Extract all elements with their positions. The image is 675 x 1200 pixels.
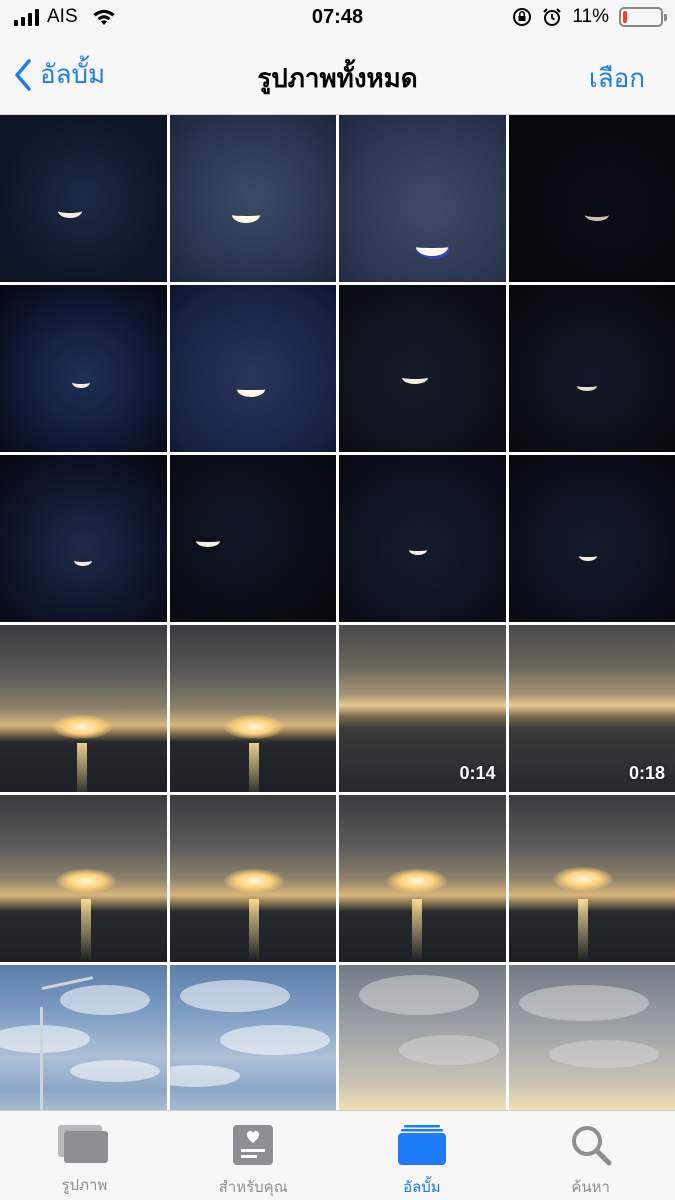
for-you-icon xyxy=(233,1125,274,1165)
orientation-lock-icon xyxy=(513,8,532,26)
photo-thumbnail[interactable] xyxy=(0,115,167,282)
signal-icon xyxy=(14,8,39,26)
tab-label: สำหรับคุณ xyxy=(218,1178,288,1196)
video-duration: 0:14 xyxy=(459,763,496,783)
cloud-shape xyxy=(60,985,150,1015)
sun-glow xyxy=(552,867,613,891)
video-duration: 0:18 xyxy=(628,763,665,783)
cloud-shape xyxy=(518,985,649,1021)
cloud-shape xyxy=(179,980,290,1012)
cloud-shape xyxy=(359,975,479,1015)
photo-thumbnail[interactable] xyxy=(508,965,675,1110)
sun-glow xyxy=(52,715,112,739)
battery-icon xyxy=(619,7,667,27)
sun-glow xyxy=(56,869,116,893)
battery-percent: 11% xyxy=(572,6,609,27)
moon-shape xyxy=(584,209,609,221)
sun-glow xyxy=(223,715,284,739)
photo-thumbnail[interactable] xyxy=(169,965,336,1110)
tab-for-you[interactable]: สำหรับคุณ xyxy=(169,1111,338,1200)
moon-shape xyxy=(416,238,448,256)
tab-photos[interactable]: รูปภาพ xyxy=(0,1111,169,1200)
albums-icon xyxy=(397,1125,446,1165)
moon-shape xyxy=(402,371,428,384)
moon-shape xyxy=(72,377,90,388)
select-button[interactable]: เลือก xyxy=(589,58,645,99)
photo-thumbnail[interactable] xyxy=(169,625,336,792)
cloud-shape xyxy=(70,1060,160,1082)
sun-reflection xyxy=(339,653,506,723)
photo-thumbnail[interactable] xyxy=(169,285,336,452)
photo-thumbnail[interactable] xyxy=(0,795,167,962)
status-bar: AIS 07:48 11% xyxy=(0,0,675,38)
photo-thumbnail[interactable] xyxy=(0,285,167,452)
tab-label: อัลบั้ม xyxy=(403,1178,441,1196)
moon-shape xyxy=(576,381,597,391)
sun-glow xyxy=(339,625,409,653)
alarm-icon xyxy=(543,8,562,26)
moon-shape xyxy=(195,535,220,547)
battery-nub xyxy=(664,14,667,21)
sun-glow xyxy=(387,869,447,893)
sun-glow xyxy=(223,869,284,893)
moon-shape xyxy=(236,382,265,397)
photo-thumbnail[interactable] xyxy=(0,455,167,622)
sun-reflection xyxy=(81,899,91,961)
cloud-shape xyxy=(0,1025,90,1053)
photo-thumbnail[interactable] xyxy=(339,285,506,452)
photo-thumbnail[interactable] xyxy=(169,115,336,282)
navigation-bar: อัลบั้ม รูปภาพทั้งหมด เลือก xyxy=(0,38,675,115)
moon-shape xyxy=(231,207,260,223)
photo-thumbnail[interactable] xyxy=(508,455,675,622)
battery-level-fill xyxy=(623,11,627,23)
sun-reflection xyxy=(577,899,588,961)
photo-thumbnail[interactable] xyxy=(339,115,506,282)
photo-thumbnail[interactable] xyxy=(508,795,675,962)
sun-reflection xyxy=(77,743,87,792)
sun-reflection xyxy=(509,653,675,703)
photo-thumbnail[interactable] xyxy=(339,965,506,1110)
tab-label: รูปภาพ xyxy=(61,1176,108,1194)
back-button[interactable]: อัลบั้ม xyxy=(14,54,105,95)
photo-thumbnail[interactable] xyxy=(339,795,506,962)
video-thumbnail[interactable]: 0:14 xyxy=(339,625,506,792)
search-icon xyxy=(571,1126,612,1166)
sun-reflection xyxy=(248,899,259,961)
photo-thumbnail[interactable] xyxy=(508,115,675,282)
photo-thumbnail[interactable] xyxy=(508,285,675,452)
photo-thumbnail[interactable] xyxy=(0,625,167,792)
moon-shape xyxy=(74,555,92,566)
moon-shape xyxy=(58,204,82,218)
tab-label: ค้นหา xyxy=(571,1178,610,1196)
photo-grid: 0:14 0:18 xyxy=(0,115,675,1110)
cloud-shape xyxy=(548,1040,659,1068)
video-thumbnail[interactable]: 0:18 xyxy=(508,625,675,792)
tab-albums[interactable]: อัลบั้ม xyxy=(338,1111,507,1200)
wifi-icon xyxy=(93,9,115,25)
status-right: 11% xyxy=(512,6,667,28)
tab-search[interactable]: ค้นหา xyxy=(506,1111,675,1200)
photos-icon xyxy=(58,1125,109,1163)
photo-thumbnail[interactable] xyxy=(169,795,336,962)
sun-reflection xyxy=(248,743,259,792)
photo-thumbnail[interactable] xyxy=(0,965,167,1110)
cloud-shape xyxy=(219,1025,330,1055)
sun-glow xyxy=(509,625,579,653)
photo-thumbnail[interactable] xyxy=(169,455,336,622)
cloud-shape xyxy=(399,1035,499,1065)
tab-bar: รูปภาพ สำหรับคุณ อัลบั้ม ค้นหา xyxy=(0,1110,675,1200)
photo-thumbnail[interactable] xyxy=(339,455,506,622)
street-lamp-pole xyxy=(40,1007,43,1110)
cloud-shape xyxy=(169,1065,240,1087)
back-button-label: อัลบั้ม xyxy=(40,60,106,90)
chevron-left-icon xyxy=(15,58,31,91)
status-left: AIS xyxy=(14,6,116,28)
sun-reflection xyxy=(412,899,422,961)
carrier-name: AIS xyxy=(47,6,78,27)
moon-shape xyxy=(409,545,427,555)
moon-shape xyxy=(578,551,597,561)
